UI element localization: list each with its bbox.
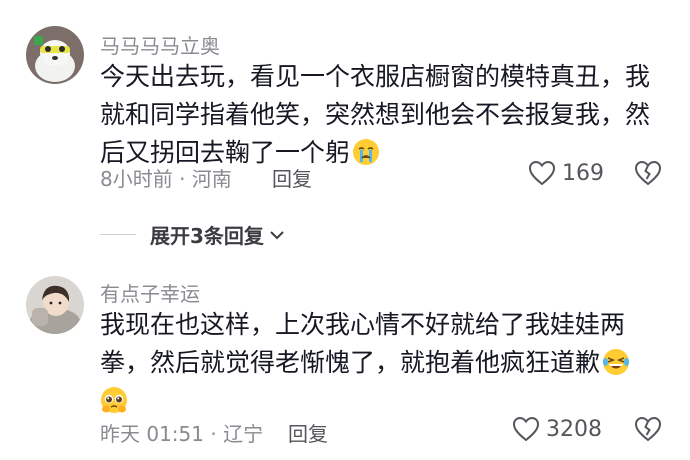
username[interactable]: 马马马马立奥	[100, 30, 220, 59]
heart-outline-icon	[528, 160, 556, 186]
heart-outline-icon	[512, 416, 540, 442]
broken-heart-icon	[634, 416, 662, 442]
expand-divider	[100, 234, 136, 235]
crying-face-emoji	[353, 139, 380, 165]
like-button[interactable]: 169	[528, 160, 604, 186]
time-location: 8小时前 · 河南	[100, 167, 232, 191]
username[interactable]: 有点子幸运	[100, 278, 200, 307]
like-button[interactable]: 3208	[512, 416, 602, 442]
avatar-image-icon	[26, 26, 84, 84]
like-count: 3208	[546, 416, 602, 442]
comment-text: 我现在也这样，上次我心情不好就给了我娃娃两拳，然后就觉得老惭愧了，就抱着他疯狂道…	[100, 306, 670, 420]
comment-2: 有点子幸运 我现在也这样，上次我心情不好就给了我娃娃两拳，然后就觉得老惭愧了，就…	[0, 270, 690, 460]
expand-replies-label: 展开3条回复	[150, 224, 264, 248]
dislike-button[interactable]	[634, 416, 662, 446]
time-location: 昨天 01:51 · 辽宁	[100, 422, 264, 446]
broken-heart-icon	[634, 160, 662, 186]
chevron-down-icon	[270, 230, 284, 239]
dislike-button[interactable]	[634, 160, 662, 190]
laughing-tears-emoji	[603, 349, 630, 375]
avatar[interactable]	[26, 26, 84, 84]
avatar-image-icon	[26, 276, 84, 334]
comment-text: 今天出去玩，看见一个衣服店橱窗的模特真丑，我就和同学指着他笑，突然想到他会不会报…	[100, 58, 670, 172]
like-count: 169	[562, 160, 604, 186]
comment-1: 马马马马立奥 今天出去玩，看见一个衣服店橱窗的模特真丑，我就和同学指着他笑，突然…	[0, 0, 690, 200]
reply-button[interactable]: 回复	[272, 163, 312, 192]
comment-text-content: 我现在也这样，上次我心情不好就给了我娃娃两拳，然后就觉得老惭愧了，就抱着他疯狂道…	[100, 310, 626, 377]
pleading-face-emoji	[101, 387, 127, 413]
reply-button[interactable]: 回复	[288, 418, 328, 447]
expand-replies-button[interactable]: 展开3条回复	[100, 220, 286, 249]
avatar[interactable]	[26, 276, 84, 334]
